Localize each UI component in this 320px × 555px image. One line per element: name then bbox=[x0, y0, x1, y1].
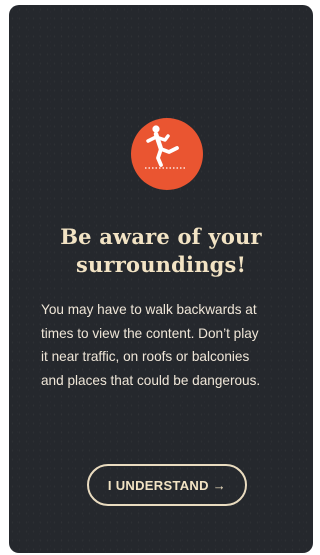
arrow-right-icon: → bbox=[212, 477, 227, 493]
safety-warning-card: Be aware of your surroundings! You may h… bbox=[9, 5, 313, 553]
message-line: it near traffic, on roofs or balconies bbox=[41, 349, 250, 364]
dialog-title: Be aware of your surroundings! bbox=[9, 223, 313, 279]
title-line: surroundings! bbox=[75, 252, 246, 277]
button-label: I UNDERSTAND bbox=[107, 477, 209, 493]
warning-message: You may have to walk backwards at times … bbox=[41, 298, 291, 392]
i-understand-button[interactable]: I UNDERSTAND → bbox=[87, 464, 247, 506]
person-tripping-icon bbox=[145, 125, 186, 169]
warning-badge bbox=[131, 118, 203, 190]
message-line: You may have to walk backwards at bbox=[41, 302, 257, 317]
message-line: and places that could be dangerous. bbox=[41, 372, 261, 388]
message-line: times to view the content. Don’t play bbox=[41, 325, 259, 341]
title-line: Be aware of your bbox=[60, 224, 262, 249]
